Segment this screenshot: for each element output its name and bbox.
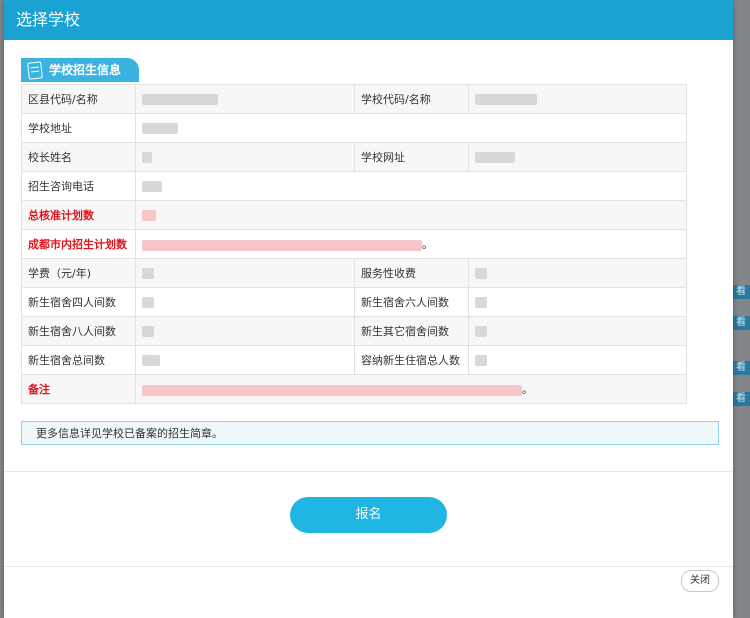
value-total-plan [135,200,687,230]
table-row: 新生宿舍总间数 容纳新生住宿总人数 [21,345,687,375]
label-dorm-6: 新生宿舍六人间数 [354,287,469,317]
table-row: 总核准计划数 [21,200,687,230]
label-remarks: 备注 [21,374,136,404]
value-dorm-total [135,345,355,375]
value-phone [135,171,687,201]
value-city-plan-tail: 。 [422,238,433,251]
table-row: 学费（元/年) 服务性收费 [21,258,687,288]
document-icon [27,61,43,80]
label-website: 学校网址 [354,142,469,172]
divider [4,471,733,472]
dialog-title: 选择学校 [4,0,733,40]
label-phone: 招生咨询电话 [21,171,136,201]
value-tuition [135,258,355,288]
school-info-table: 区县代码/名称 学校代码/名称 学校地址 校长姓名 学校网址 招生咨询电话 总核… [21,84,687,404]
table-row: 学校地址 [21,113,687,143]
section-tab: 学校招生信息 [21,58,139,82]
value-service-fee [468,258,687,288]
label-address: 学校地址 [21,113,136,143]
background-view-tag: 看 [732,392,750,406]
label-total-plan: 总核准计划数 [21,200,136,230]
value-dorm-6 [468,287,687,317]
value-school-code [468,84,687,114]
close-button[interactable]: 关闭 [681,570,719,592]
value-remarks-tail: 。 [522,383,533,396]
table-row: 校长姓名 学校网址 [21,142,687,172]
info-notice: 更多信息详见学校已备案的招生简章。 [21,421,719,445]
label-dorm-capacity: 容纳新生住宿总人数 [354,345,469,375]
select-school-dialog: 选择学校 学校招生信息 区县代码/名称 学校代码/名称 学校地址 校长姓名 学校… [4,0,733,618]
label-tuition: 学费（元/年) [21,258,136,288]
value-dorm-other [468,316,687,346]
value-dorm-capacity [468,345,687,375]
background-view-tag: 看 [732,361,750,375]
label-dorm-total: 新生宿舍总间数 [21,345,136,375]
background-view-tag: 看 [732,316,750,330]
table-row: 招生咨询电话 [21,171,687,201]
label-dorm-8: 新生宿舍八人间数 [21,316,136,346]
value-principal [135,142,355,172]
table-row: 成都市内招生计划数 。 [21,229,687,259]
label-dorm-4: 新生宿舍四人间数 [21,287,136,317]
value-remarks: 。 [135,374,687,404]
table-row: 新生宿舍八人间数 新生其它宿舍间数 [21,316,687,346]
value-dorm-8 [135,316,355,346]
label-district: 区县代码/名称 [21,84,136,114]
table-row: 备注 。 [21,374,687,404]
table-row: 区县代码/名称 学校代码/名称 [21,84,687,114]
table-row: 新生宿舍四人间数 新生宿舍六人间数 [21,287,687,317]
label-school-code: 学校代码/名称 [354,84,469,114]
label-service-fee: 服务性收费 [354,258,469,288]
value-district [135,84,355,114]
value-city-plan: 。 [135,229,687,259]
label-dorm-other: 新生其它宿舍间数 [354,316,469,346]
label-city-plan: 成都市内招生计划数 [21,229,136,259]
divider [4,566,733,567]
label-principal: 校长姓名 [21,142,136,172]
value-address [135,113,687,143]
value-dorm-4 [135,287,355,317]
background-view-tag: 看 [732,285,750,299]
apply-button[interactable]: 报名 [290,497,447,533]
value-website [468,142,687,172]
section-label: 学校招生信息 [49,63,122,77]
